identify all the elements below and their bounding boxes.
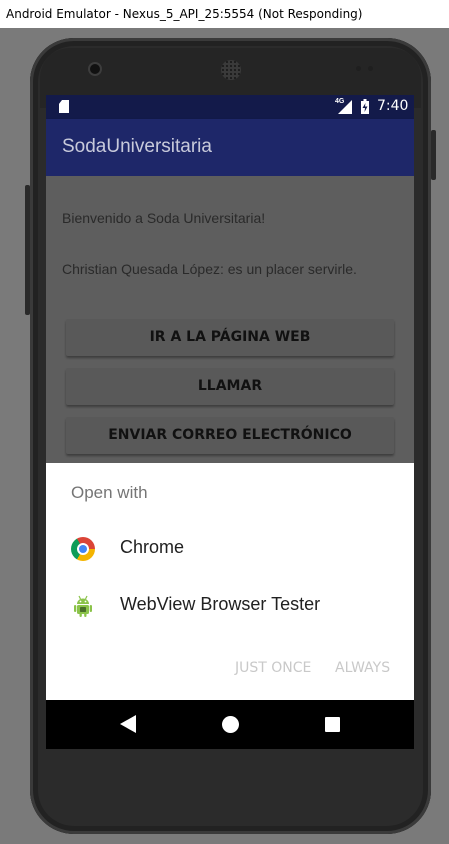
- navigation-bar: [46, 700, 414, 749]
- device-screen: 4G 7:40 SodaUniversitaria Bienvenido a S…: [46, 95, 414, 749]
- front-camera-icon: [90, 64, 100, 74]
- chooser-item-label: Chrome: [120, 537, 185, 557]
- window-title: Android Emulator - Nexus_5_API_25:5554 (…: [6, 7, 363, 21]
- greeting-text: Christian Quesada López: es un placer se…: [62, 261, 357, 277]
- window-title-bar: Android Emulator - Nexus_5_API_25:5554 (…: [0, 0, 449, 28]
- chooser-item-webview-tester[interactable]: WebView Browser Tester: [46, 578, 414, 634]
- volume-button[interactable]: [25, 185, 30, 315]
- battery-charging-icon: [361, 99, 369, 114]
- send-email-button[interactable]: ENVIAR CORREO ELECTRÓNICO: [66, 417, 394, 454]
- status-clock: 7:40: [377, 98, 409, 114]
- app-bar: SodaUniversitaria: [46, 119, 414, 176]
- chrome-icon: [71, 537, 95, 561]
- sensor-icon: [356, 66, 361, 71]
- always-button[interactable]: ALWAYS: [335, 660, 390, 676]
- android-icon: [74, 595, 92, 617]
- call-button[interactable]: LLAMAR: [66, 368, 394, 405]
- welcome-text: Bienvenido a Soda Universitaria!: [62, 210, 266, 226]
- signal-icon: [338, 100, 352, 114]
- open-with-chooser: Open with Chrome WebView Browser Tester …: [46, 463, 414, 700]
- chooser-item-label: WebView Browser Tester: [120, 594, 321, 614]
- just-once-button[interactable]: JUST ONCE: [235, 660, 311, 676]
- power-button[interactable]: [431, 130, 436, 180]
- sensor-icon: [368, 66, 373, 71]
- back-icon[interactable]: [120, 715, 136, 733]
- recents-icon[interactable]: [325, 717, 340, 732]
- status-bar: 4G 7:40: [46, 95, 414, 119]
- chooser-item-chrome[interactable]: Chrome: [46, 521, 414, 577]
- home-icon[interactable]: [222, 716, 239, 733]
- speaker-grille-icon: [221, 60, 241, 80]
- app-title: SodaUniversitaria: [62, 136, 212, 157]
- sd-card-icon: [59, 100, 69, 113]
- chooser-title: Open with: [71, 483, 148, 502]
- open-website-button[interactable]: IR A LA PÁGINA WEB: [66, 319, 394, 356]
